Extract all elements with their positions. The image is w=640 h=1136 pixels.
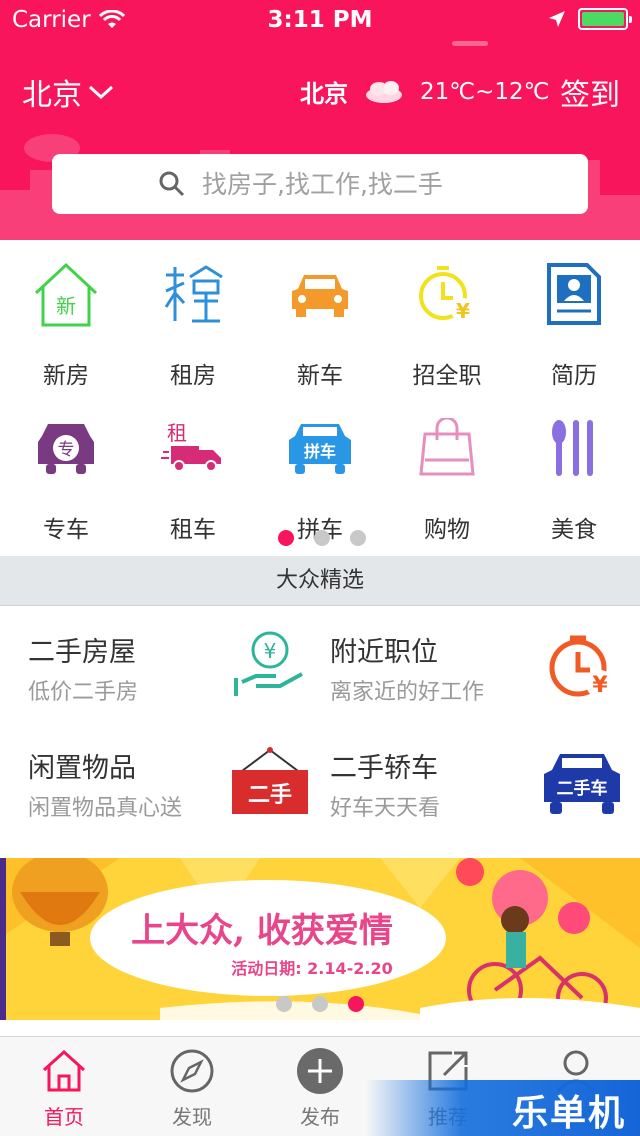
watermark: 乐单机 xyxy=(366,1080,640,1136)
temperature: 21℃~12℃ xyxy=(420,78,550,105)
category-shopping[interactable]: 购物 xyxy=(383,394,511,544)
feature-idle-items[interactable]: 闲置物品 闲置物品真心送 二手 xyxy=(0,724,310,840)
category-food[interactable]: 美食 xyxy=(510,394,638,544)
category-new-house[interactable]: 新 新房 xyxy=(2,240,130,390)
search-bar[interactable] xyxy=(52,154,588,214)
header: Carrier 3:11 PM 北京 北京 21℃~12℃ 签到 找房子,找工作… xyxy=(0,0,640,240)
secondhand-sign-icon: 二手 xyxy=(232,747,308,814)
category-rent-house[interactable]: 租房 xyxy=(129,240,257,390)
tab-publish[interactable]: 发布 xyxy=(256,1047,384,1133)
category-private-car[interactable]: 专 专车 xyxy=(2,394,130,544)
location-arrow-icon xyxy=(549,11,565,27)
feature-title: 二手轿车 xyxy=(330,753,438,784)
job-badge: ¥ xyxy=(456,299,470,323)
category-new-car[interactable]: 新车 xyxy=(256,240,384,390)
category-label: 新房 xyxy=(43,363,89,389)
car-icon xyxy=(292,275,348,317)
new-house-badge: 新 xyxy=(56,294,76,318)
search-icon xyxy=(159,171,185,197)
resume-icon xyxy=(547,263,601,325)
page-dot-2[interactable] xyxy=(314,530,330,546)
home-icon xyxy=(42,1050,86,1092)
category-page-indicator[interactable] xyxy=(2,530,640,546)
city-selector[interactable]: 北京 xyxy=(22,70,114,114)
signin-button[interactable]: 签到 xyxy=(560,70,620,114)
food-utensils-icon xyxy=(552,420,593,476)
new-house-icon: 新 xyxy=(34,262,98,327)
category-label: 招全职 xyxy=(412,363,482,389)
category-label: 简历 xyxy=(551,363,597,389)
category-carpool[interactable]: 拼车 拼车 xyxy=(256,394,384,544)
cloud-icon xyxy=(366,80,402,103)
time-money-icon: ¥ xyxy=(549,635,614,698)
feature-secondhand-house[interactable]: 二手房屋 低价二手房 ¥ xyxy=(0,608,310,724)
clock: 3:11 PM xyxy=(267,7,373,33)
category-resume[interactable]: 简历 xyxy=(510,240,638,390)
feature-used-cars[interactable]: 二手轿车 好车天天看 二手车 xyxy=(302,724,622,840)
private-car-icon: 专 xyxy=(38,424,94,474)
job-clock-icon: ¥ xyxy=(419,266,475,323)
time-money-badge: ¥ xyxy=(592,673,608,698)
feature-title: 闲置物品 xyxy=(28,753,136,784)
rent-truck-icon: 租 xyxy=(161,421,221,472)
page-dot-3[interactable] xyxy=(350,530,366,546)
feature-title: 附近职位 xyxy=(330,637,438,668)
tab-label: 发布 xyxy=(300,1105,340,1129)
private-car-badge: 专 xyxy=(58,440,75,460)
section-title: 大众精选 xyxy=(0,556,640,606)
used-car-badge: 二手车 xyxy=(557,778,608,799)
banner-dot-2[interactable] xyxy=(312,996,328,1012)
feature-nearby-jobs[interactable]: 附近职位 离家近的好工作 ¥ xyxy=(302,608,622,724)
rent-house-icon xyxy=(164,265,223,323)
search-input[interactable] xyxy=(202,169,482,199)
carpool-badge: 拼车 xyxy=(304,442,336,461)
tab-discover[interactable]: 发现 xyxy=(128,1047,256,1133)
status-right xyxy=(548,8,632,30)
shopping-bag-icon xyxy=(419,418,475,476)
feature-title: 二手房屋 xyxy=(28,637,136,668)
rent-car-badge: 租 xyxy=(167,421,187,445)
secondhand-badge: 二手 xyxy=(248,783,292,808)
category-label: 租房 xyxy=(170,363,216,389)
banner-page-indicator[interactable] xyxy=(0,996,640,1012)
feature-subtitle: 好车天天看 xyxy=(330,796,441,821)
feature-subtitle: 闲置物品真心送 xyxy=(28,796,183,821)
category-label: 新车 xyxy=(297,363,343,389)
category-fulltime-job[interactable]: ¥ 招全职 xyxy=(383,240,511,390)
tab-label: 发现 xyxy=(172,1105,212,1129)
used-car-icon: 二手车 xyxy=(544,754,620,814)
compass-icon xyxy=(170,1049,214,1093)
category-grid: 新 新房 租房 新车 ¥ 招全职 简历 专 专车 租 租车 拼车 购物 美食 xyxy=(2,240,638,556)
battery-icon xyxy=(578,8,632,30)
feature-subtitle: 离家近的好工作 xyxy=(330,680,485,705)
promo-banner[interactable]: 上大众, 收获爱情 活动日期: 2.14-2.20 xyxy=(0,858,640,1020)
carpool-icon: 拼车 xyxy=(289,424,351,474)
banner-dot-1[interactable] xyxy=(276,996,292,1012)
plus-icon xyxy=(297,1048,343,1094)
city-label: 北京 xyxy=(22,78,82,113)
weather-widget[interactable]: 北京 21℃~12℃ xyxy=(300,74,549,109)
money-badge: ¥ xyxy=(264,639,277,663)
watermark-text: 乐单机 xyxy=(511,1093,626,1134)
tab-label: 首页 xyxy=(44,1105,84,1129)
money-hand-icon: ¥ xyxy=(234,631,303,696)
banner-dot-3[interactable] xyxy=(348,996,364,1012)
status-bar: Carrier 3:11 PM xyxy=(0,0,640,40)
banner-headline: 上大众, 收获爱情 xyxy=(131,911,393,951)
pull-handle xyxy=(452,41,488,46)
feature-subtitle: 低价二手房 xyxy=(28,680,139,705)
weather-city: 北京 xyxy=(300,80,348,108)
tab-home[interactable]: 首页 xyxy=(0,1047,128,1133)
chevron-down-icon xyxy=(88,85,114,100)
banner-date: 活动日期: 2.14-2.20 xyxy=(231,959,393,978)
category-rent-car[interactable]: 租 租车 xyxy=(129,394,257,544)
battery-fill xyxy=(582,12,624,26)
page-dot-1[interactable] xyxy=(278,530,294,546)
